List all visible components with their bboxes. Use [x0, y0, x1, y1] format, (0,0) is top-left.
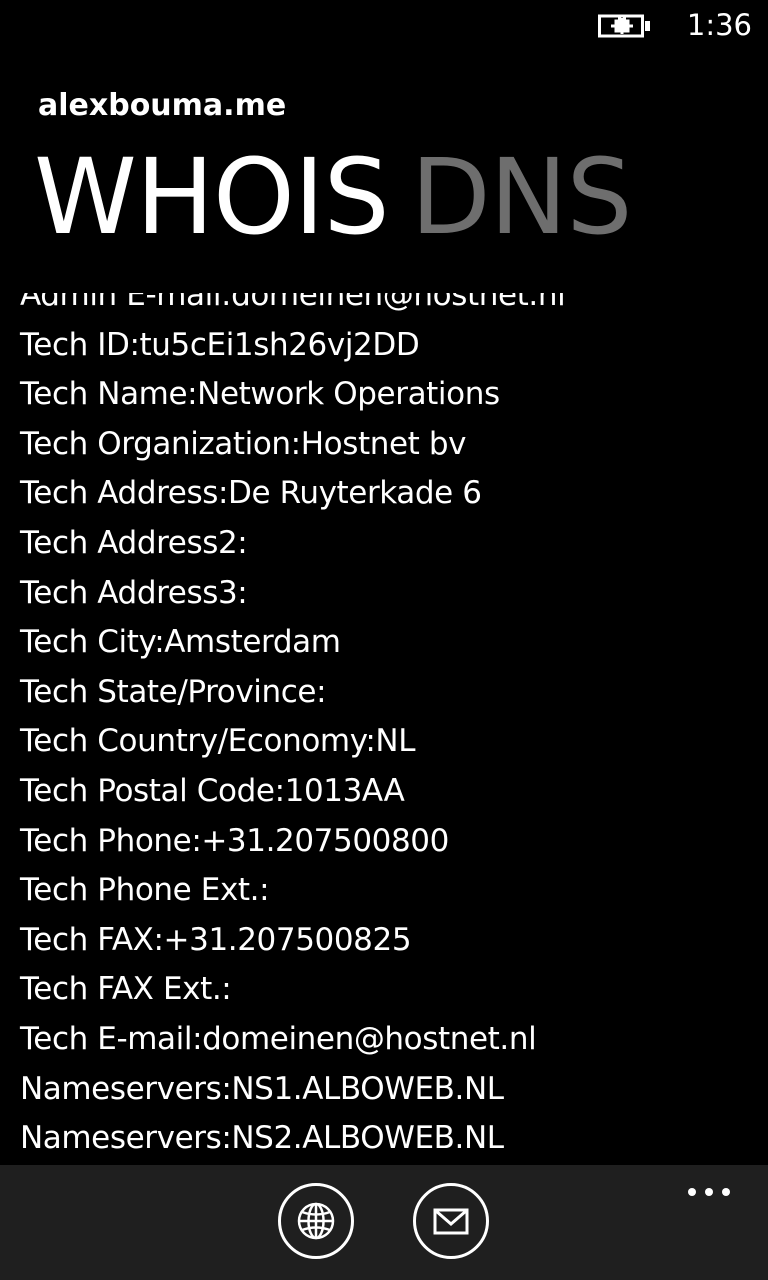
- pivot-header: WHOIS DNS: [34, 142, 654, 252]
- record-line: Tech Address2:: [20, 524, 248, 561]
- record-line: Tech Postal Code:1013AA: [20, 772, 405, 809]
- app-bar: [0, 1165, 768, 1280]
- record-line: Tech Organization:Hostnet bv: [20, 425, 467, 462]
- record-line: Tech Address3:: [20, 574, 248, 611]
- app-name: alexbouma.me: [38, 88, 287, 123]
- record-line: Tech State/Province:: [20, 673, 327, 710]
- record-line: Tech ID:tu5cEi1sh26vj2DD: [20, 326, 420, 363]
- mail-icon: [433, 1208, 469, 1235]
- whois-record-list: Admin E-mail:domeinen@hostnet.nl Tech ID:…: [20, 293, 566, 1164]
- battery-charging-icon: [598, 12, 652, 40]
- record-line: Tech Phone Ext.:: [20, 872, 270, 909]
- status-bar: 1:36: [0, 0, 768, 50]
- record-line: Admin E-mail:domeinen@hostnet.nl: [20, 293, 566, 313]
- pivot-dns[interactable]: DNS: [411, 142, 633, 252]
- record-line: Tech E-mail:domeinen@hostnet.nl: [20, 1020, 537, 1057]
- whois-record-scroll[interactable]: Admin E-mail:domeinen@hostnet.nl Tech ID:…: [0, 293, 768, 1165]
- record-line: Tech FAX Ext.:: [20, 971, 232, 1008]
- record-line: Tech Name:Network Operations: [20, 376, 500, 413]
- record-line: Nameservers:NS1.ALBOWEB.NL: [20, 1070, 504, 1107]
- record-line: Tech Country/Economy:NL: [20, 723, 416, 760]
- mail-button[interactable]: [413, 1183, 489, 1259]
- record-line: Tech FAX:+31.207500825: [20, 921, 412, 958]
- pivot-whois[interactable]: WHOIS: [34, 142, 390, 252]
- record-line: Tech Phone:+31.207500800: [20, 822, 449, 859]
- clock: 1:36: [686, 8, 752, 42]
- globe-button[interactable]: [278, 1183, 354, 1259]
- more-ellipsis-icon[interactable]: [680, 1177, 738, 1207]
- record-line: Tech Address:De Ruyterkade 6: [20, 475, 482, 512]
- record-line: Tech City:Amsterdam: [20, 624, 341, 661]
- record-line: Nameservers:NS2.ALBOWEB.NL: [20, 1120, 504, 1157]
- globe-icon: [297, 1202, 335, 1240]
